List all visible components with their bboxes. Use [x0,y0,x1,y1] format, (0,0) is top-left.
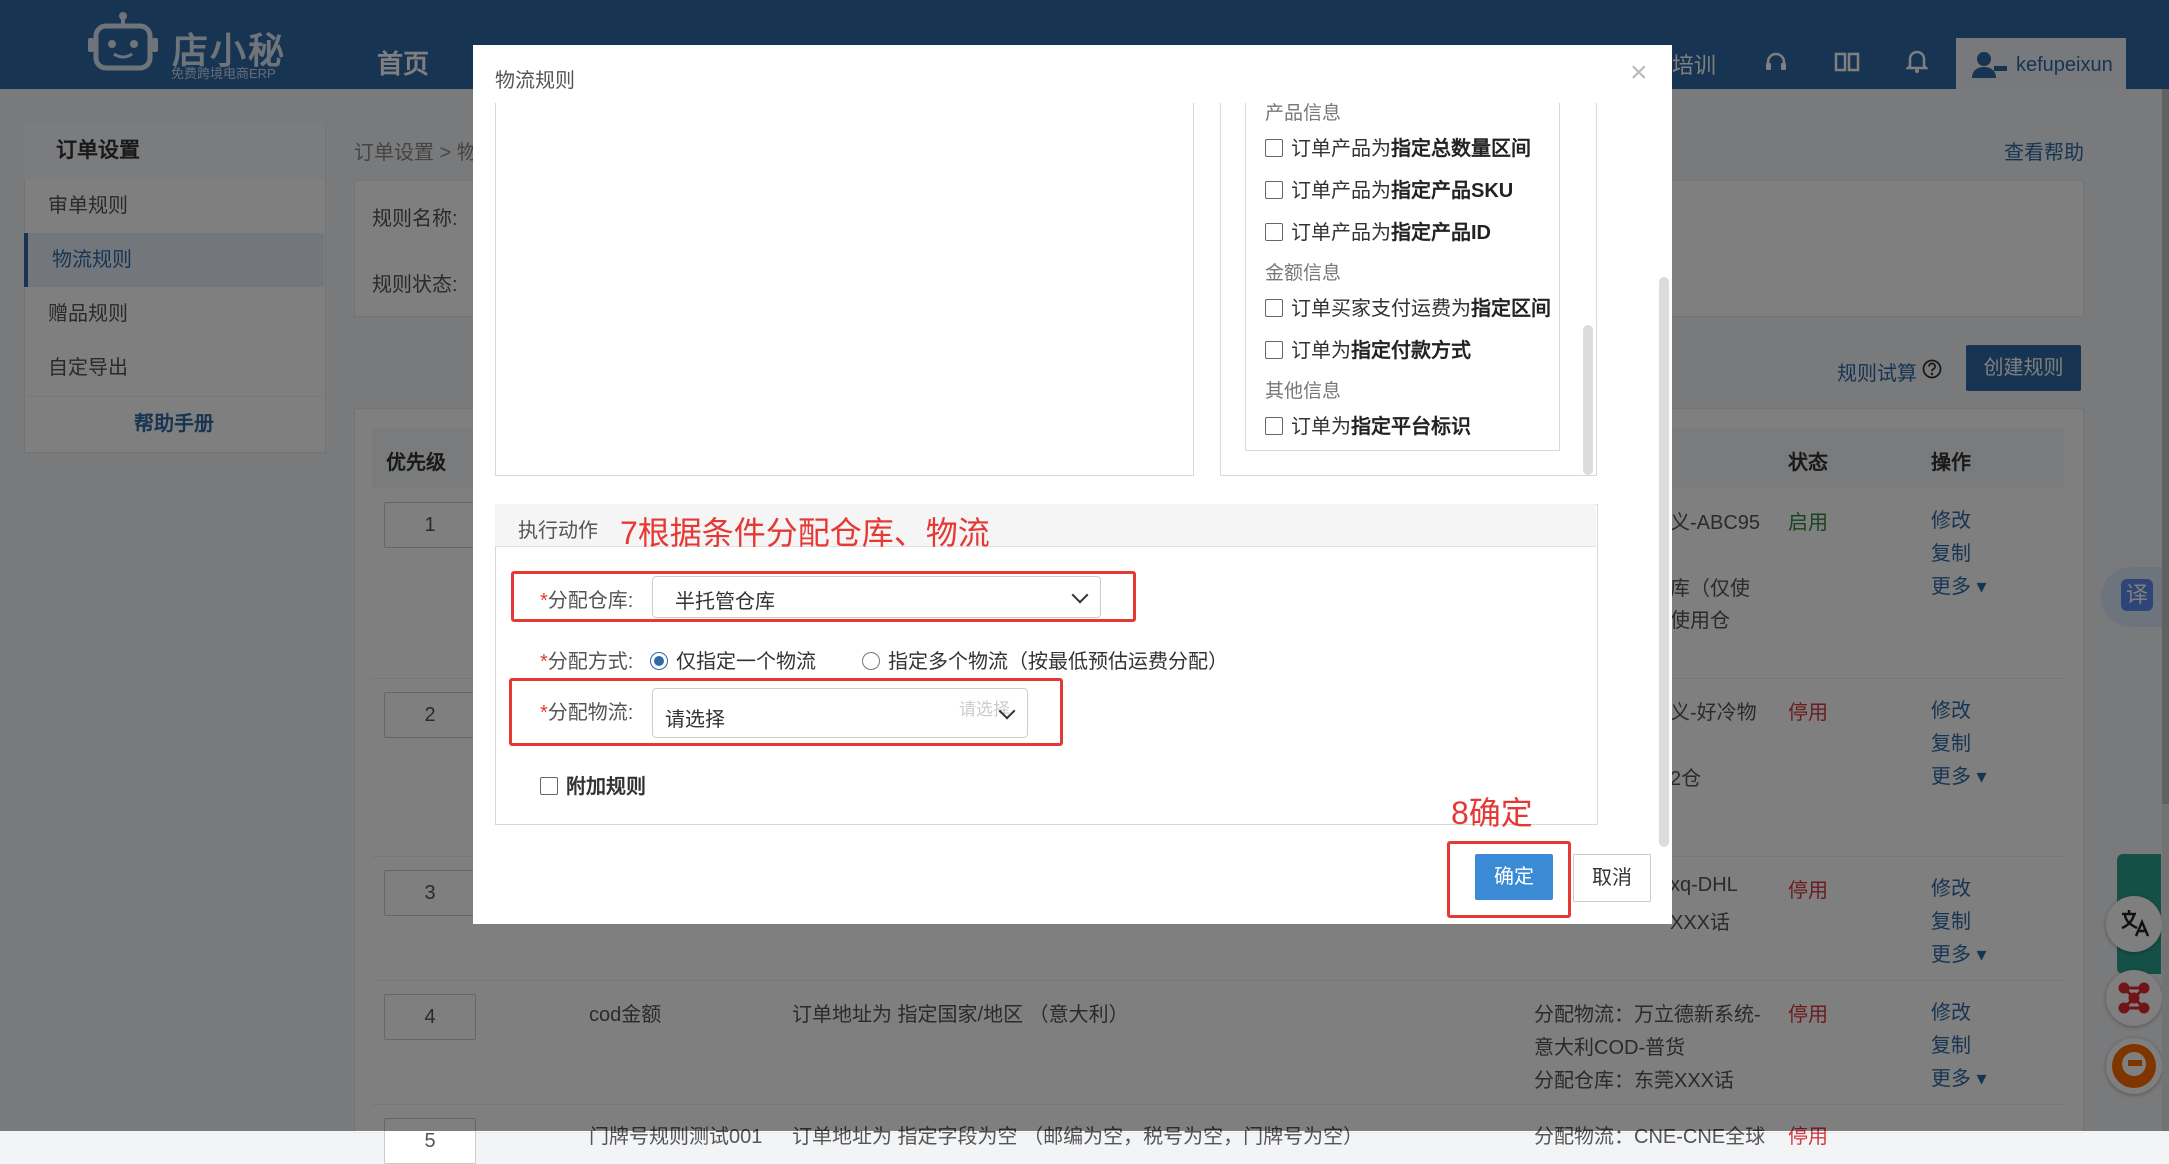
modal-scrollbar[interactable] [1659,277,1669,847]
checkbox-icon[interactable] [1265,341,1283,359]
chevron-down-icon [1071,586,1089,604]
radio-icon[interactable] [862,652,880,670]
cond-buyer-shipping-range[interactable]: 订单买家支付运费为指定区间 [1265,292,1551,321]
condition-list-scrollbar[interactable] [1583,325,1593,475]
extra-rule-checkbox[interactable]: 附加规则 [540,770,646,799]
action-section-title: 执行动作 [518,520,598,542]
cancel-button[interactable]: 取消 [1573,854,1651,902]
group-product-info: 产品信息 [1265,103,1342,124]
cond-product-id[interactable]: 订单产品为指定产品ID [1265,216,1491,245]
cond-product-sku[interactable]: 订单产品为指定产品SKU [1265,174,1513,203]
modal-title: 物流规则 [495,70,575,92]
checkbox-icon[interactable] [1265,139,1283,157]
warehouse-selected-value: 半托管仓库 [675,591,775,613]
method-option-single[interactable]: 仅指定一个物流 [650,645,816,674]
close-icon[interactable]: × [1630,56,1648,90]
logistics-selected-value: 请选择 [665,709,725,731]
condition-preview-panel [495,103,1194,476]
logistics-select[interactable]: 请选择 请选择 [652,688,1028,738]
cond-product-quantity-range[interactable]: 订单产品为指定总数量区间 [1265,132,1531,161]
checkbox-icon[interactable] [1265,299,1283,317]
warehouse-select[interactable]: 半托管仓库 [652,576,1101,618]
logistics-label: *分配物流: [540,702,634,724]
annotation-step8: 8确定 [1451,795,1533,831]
checkbox-icon[interactable] [1265,223,1283,241]
warehouse-label: *分配仓库: [540,590,634,612]
group-amount-info: 金额信息 [1265,263,1342,284]
method-label: *分配方式: [540,651,634,673]
checkbox-icon[interactable] [1265,181,1283,199]
method-option-multiple[interactable]: 指定多个物流（按最低预估运费分配） [862,645,1228,674]
checkbox-icon[interactable] [1265,417,1283,435]
annotation-step7: 7根据条件分配仓库、物流 [620,515,990,551]
radio-selected-icon[interactable] [650,652,668,670]
cond-platform-flag[interactable]: 订单为指定平台标识 [1265,410,1471,439]
checkbox-icon[interactable] [540,777,558,795]
group-other-info: 其他信息 [1265,381,1342,402]
cond-payment-method[interactable]: 订单为指定付款方式 [1265,334,1471,363]
confirm-button[interactable]: 确定 [1475,854,1553,900]
